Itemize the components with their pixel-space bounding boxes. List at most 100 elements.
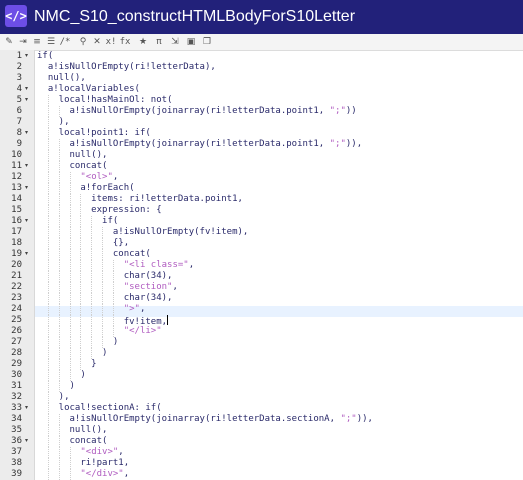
indent-guide	[59, 249, 60, 260]
auto-format-icon[interactable]: ✎	[2, 34, 16, 50]
indent-guide	[48, 95, 49, 106]
fold-toggle-icon[interactable]: ▾	[25, 52, 28, 59]
line-number: 5	[16, 95, 22, 105]
code-line[interactable]: "<li class=",	[37, 260, 194, 271]
code-token: a!isNullOrEmpty(joinarray(ri!letterData.…	[37, 106, 330, 116]
code-line[interactable]: local!hasMainOl: not(	[37, 95, 173, 106]
indent-guide	[59, 150, 60, 161]
string-token: "<li class="	[123, 260, 189, 270]
line-number: 36	[11, 436, 22, 446]
indent-guide	[80, 337, 81, 348]
indent-guide	[80, 260, 81, 271]
indent-guide	[48, 436, 49, 447]
indent-guide	[70, 447, 71, 458]
indent-guide	[70, 469, 71, 480]
indent-guide	[91, 293, 92, 304]
code-line[interactable]: a!localVariables(	[37, 84, 140, 95]
list-icon[interactable]: ☰	[44, 34, 58, 50]
fold-toggle-icon[interactable]: ▾	[25, 404, 28, 411]
fold-toggle-icon[interactable]: ▾	[25, 217, 28, 224]
favorite-icon[interactable]: ★	[136, 34, 150, 50]
code-line[interactable]: )	[37, 337, 118, 348]
line-number: 27	[11, 337, 22, 347]
code-token: ,	[188, 260, 195, 270]
fold-toggle-icon[interactable]: ▾	[25, 85, 28, 92]
indent-guide	[80, 205, 81, 216]
code-line[interactable]: char(34),	[37, 293, 173, 304]
indent-icon[interactable]: ⇥	[16, 34, 30, 50]
fold-toggle-icon[interactable]: ▾	[25, 96, 28, 103]
line-number: 17	[11, 227, 22, 237]
export-icon[interactable]: ⇲	[168, 34, 182, 50]
layers-icon[interactable]: ❐	[200, 34, 214, 50]
line-number: 38	[11, 458, 22, 468]
indent-guide	[59, 348, 60, 359]
indent-guide	[59, 194, 60, 205]
code-line[interactable]: if(	[37, 51, 53, 62]
line-number: 7	[16, 117, 22, 127]
indent-guide	[70, 227, 71, 238]
cross-reference-icon[interactable]: ✕	[90, 34, 104, 50]
indent-guide	[48, 315, 49, 326]
code-line[interactable]: }	[37, 359, 96, 370]
code-line[interactable]: expression: {	[37, 205, 162, 216]
code-editor[interactable]: 1 2 3 4 5 6 7 8 9 10 11 12 13 14 15 16 17 18 19 20 21 22 23 24 2…	[0, 50, 523, 480]
code-line[interactable]: a!forEach(	[37, 183, 134, 194]
indent-guide	[48, 249, 49, 260]
code-line[interactable]: char(34),	[37, 271, 173, 282]
code-line[interactable]: "<div>",	[37, 447, 123, 458]
indent-guide	[70, 282, 71, 293]
code-line[interactable]: )	[37, 381, 75, 392]
pi-icon[interactable]: π	[152, 34, 166, 50]
code-line[interactable]: "<ol>",	[37, 172, 118, 183]
fold-toggle-icon[interactable]: ▾	[25, 162, 28, 169]
window-icon[interactable]: ▣	[184, 34, 198, 50]
code-line[interactable]: ),	[37, 117, 70, 128]
code-line[interactable]: {},	[37, 238, 129, 249]
code-line[interactable]: a!isNullOrEmpty(joinarray(ri!letterData.…	[37, 414, 373, 425]
code-line[interactable]: if(	[37, 216, 118, 227]
indent-guide	[48, 238, 49, 249]
code-token: if(	[37, 51, 54, 61]
code-token: {},	[37, 238, 130, 248]
line-number: 15	[11, 205, 22, 215]
code-line[interactable]: null(),	[37, 73, 86, 84]
indent-guide	[48, 392, 49, 403]
string-token: "</li>"	[123, 326, 162, 336]
outdent-icon[interactable]: ≡	[30, 34, 44, 50]
code-token: a!isNullOrEmpty(ri!letterData),	[37, 62, 216, 72]
code-line[interactable]: a!isNullOrEmpty(joinarray(ri!letterData.…	[37, 106, 357, 117]
line-number: 20	[11, 260, 22, 270]
code-line[interactable]: local!sectionA: if(	[37, 403, 162, 414]
indent-guide	[48, 282, 49, 293]
indent-guide	[48, 359, 49, 370]
code-line[interactable]: concat(	[37, 249, 151, 260]
code-line[interactable]: local!point1: if(	[37, 128, 151, 139]
code-line[interactable]: ),	[37, 392, 70, 403]
code-line[interactable]: a!isNullOrEmpty(ri!letterData),	[37, 62, 216, 73]
code-token: expression: {	[37, 205, 162, 215]
variable-icon[interactable]: x!	[104, 34, 118, 50]
code-token: )	[37, 381, 75, 391]
comment-icon[interactable]: /*	[58, 34, 72, 50]
indent-guide	[48, 128, 49, 139]
indent-guide	[48, 403, 49, 414]
code-token: ,	[123, 469, 130, 479]
code-line[interactable]: ri!part1,	[37, 458, 129, 469]
code-line[interactable]: "</div>",	[37, 469, 129, 480]
fold-toggle-icon[interactable]: ▾	[25, 437, 28, 444]
indent-guide	[80, 348, 81, 359]
indent-guide	[70, 271, 71, 282]
code-line[interactable]: "</li>"	[37, 326, 162, 337]
code-line[interactable]: )	[37, 370, 85, 381]
search-icon[interactable]: ⚲	[76, 34, 90, 50]
code-line[interactable]: items: ri!letterData.point1,	[37, 194, 243, 205]
fold-toggle-icon[interactable]: ▾	[25, 184, 28, 191]
function-icon[interactable]: fx	[118, 34, 132, 50]
code-line[interactable]: a!isNullOrEmpty(fv!item),	[37, 227, 248, 238]
code-line[interactable]: a!isNullOrEmpty(joinarray(ri!letterData.…	[37, 139, 363, 150]
string-token: ";"	[340, 414, 357, 424]
fold-toggle-icon[interactable]: ▾	[25, 129, 28, 136]
indent-guide	[80, 359, 81, 370]
fold-toggle-icon[interactable]: ▾	[25, 250, 28, 257]
